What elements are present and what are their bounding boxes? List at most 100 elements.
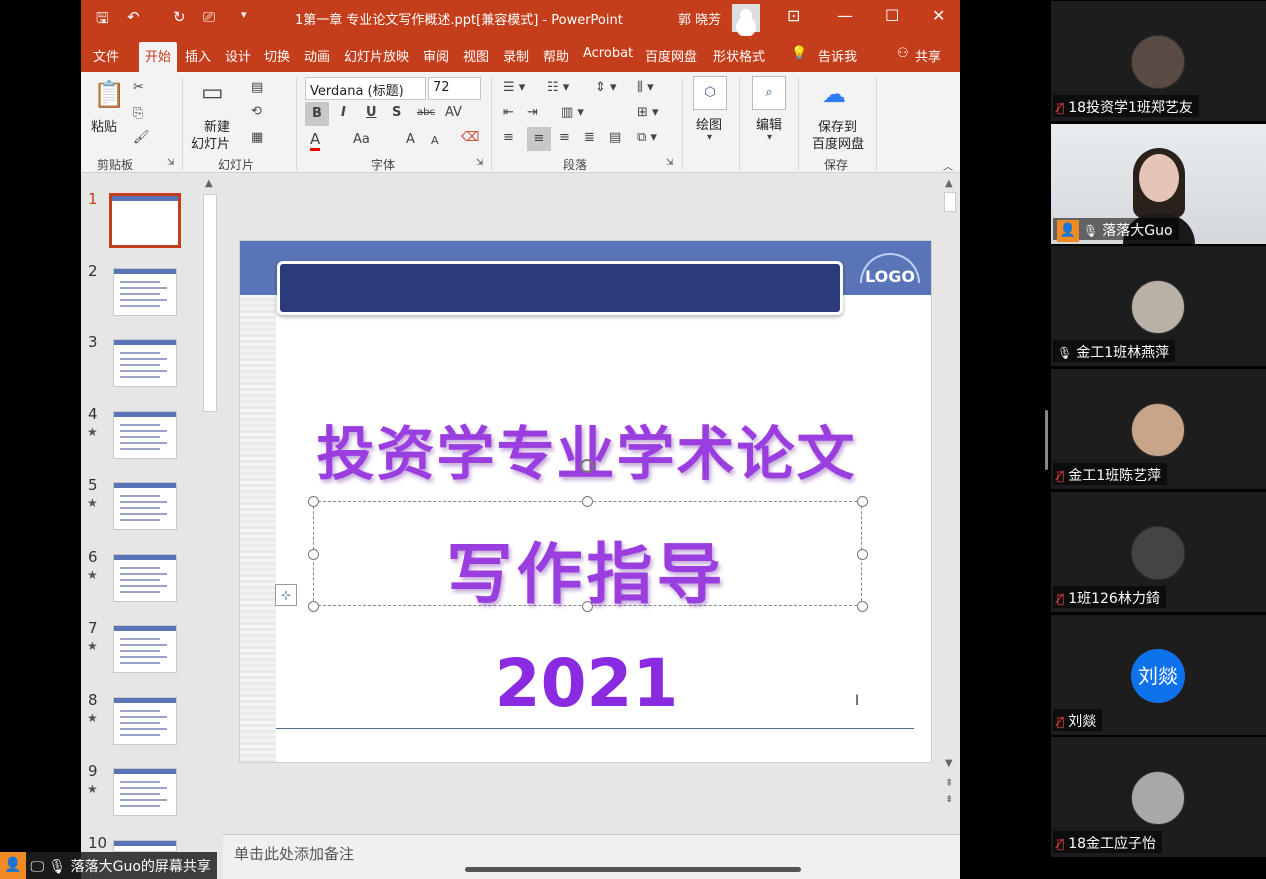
slide-thumbnail[interactable]: [113, 839, 177, 852]
slide-title[interactable]: 投资学专业学术论文: [240, 407, 931, 491]
participant-tile[interactable]: 刘燚 🎙̸ 刘燚: [1051, 614, 1266, 735]
save-icon[interactable]: 🖫: [96, 8, 109, 33]
current-slide[interactable]: LOGO 投资学专业学术论文 写作指导 2021 I: [239, 240, 932, 763]
drawing-dropdown-icon[interactable]: ▾: [707, 132, 712, 143]
tab-help[interactable]: 帮助: [543, 46, 569, 65]
undo-icon[interactable]: ↶: [127, 8, 140, 26]
tab-home[interactable]: 开始: [139, 42, 178, 73]
numbering-icon[interactable]: ☷ ▾: [547, 80, 569, 95]
strikethrough-button[interactable]: abc: [417, 107, 435, 118]
align-text-icon[interactable]: ⊞ ▾: [637, 105, 659, 120]
cut-icon[interactable]: ✂: [133, 80, 144, 95]
tab-design[interactable]: 设计: [225, 46, 251, 65]
tab-insert[interactable]: 插入: [185, 46, 211, 65]
font-size-select[interactable]: 72: [428, 77, 481, 100]
resize-handle-n[interactable]: [582, 496, 593, 507]
participant-tile[interactable]: 🎙̸ 1班126林力錡: [1051, 491, 1266, 612]
next-slide-icon[interactable]: ⇟: [945, 794, 953, 805]
tab-baidu[interactable]: 百度网盘: [645, 46, 697, 65]
save-to-baidu-line2[interactable]: 百度网盘: [812, 133, 864, 152]
reset-icon[interactable]: ⟲: [251, 104, 262, 119]
tab-acrobat[interactable]: Acrobat: [583, 46, 633, 61]
tab-file[interactable]: 文件: [93, 46, 119, 65]
italic-button[interactable]: I: [341, 105, 346, 120]
share-person-icon[interactable]: ⚇: [897, 46, 909, 61]
editing-dropdown-icon[interactable]: ▾: [767, 132, 772, 143]
smartart-icon[interactable]: ⧉ ▾: [637, 130, 657, 145]
collapse-ribbon-icon[interactable]: ︿: [943, 158, 953, 173]
find-icon[interactable]: ⌕: [752, 76, 786, 110]
distribute-icon[interactable]: ▤: [609, 130, 621, 145]
resize-handle-ne[interactable]: [857, 496, 868, 507]
slide-thumbnail[interactable]: [113, 768, 177, 816]
previous-slide-icon[interactable]: ⇞: [945, 778, 953, 789]
text-direction-icon[interactable]: ⫼ ▾: [637, 80, 654, 95]
participant-tile[interactable]: 🎙̸ 18投资学1班郑艺友: [1051, 1, 1266, 121]
copy-icon[interactable]: ⎘: [133, 106, 143, 121]
align-right-icon[interactable]: ≡: [559, 130, 570, 145]
maximize-icon[interactable]: ☐: [885, 6, 899, 25]
scroll-up-icon[interactable]: ▲: [205, 178, 213, 189]
screen-share-indicator[interactable]: 👤 🖵 🎙 落落大Guo的屏幕共享: [0, 852, 217, 879]
gallery-scrollbar[interactable]: [1045, 410, 1048, 470]
increase-indent-icon[interactable]: ⇥: [527, 105, 538, 120]
line-spacing-icon[interactable]: ⇕ ▾: [595, 80, 617, 95]
thumbnails-scrollbar[interactable]: ▲: [201, 176, 219, 416]
tell-me[interactable]: 告诉我: [818, 46, 857, 65]
tab-animations[interactable]: 动画: [304, 46, 330, 65]
tab-record[interactable]: 录制: [503, 46, 529, 65]
paste-button[interactable]: 粘贴: [91, 116, 117, 135]
paste-icon[interactable]: 📋: [93, 80, 125, 110]
close-icon[interactable]: ✕: [932, 6, 945, 25]
slide-thumbnail[interactable]: [113, 625, 177, 673]
tab-transitions[interactable]: 切换: [264, 46, 290, 65]
bold-button[interactable]: B: [305, 102, 329, 126]
baidu-cloud-icon[interactable]: ☁: [822, 80, 846, 108]
decrease-indent-icon[interactable]: ⇤: [503, 105, 514, 120]
slide-thumbnail[interactable]: [109, 193, 181, 248]
user-avatar[interactable]: [732, 4, 760, 32]
user-name[interactable]: 郭 晓芳: [678, 9, 721, 28]
underline-button[interactable]: U: [366, 105, 377, 120]
new-slide-icon[interactable]: ▭: [201, 78, 224, 106]
slide-title-placeholder[interactable]: [277, 261, 843, 315]
notes-pane[interactable]: 单击此处添加备注: [223, 834, 960, 879]
scroll-down-icon[interactable]: ▼: [945, 758, 953, 769]
participant-tile[interactable]: 👤 🎙 落落大Guo: [1051, 123, 1266, 244]
participant-tile[interactable]: 🎙 金工1班林燕萍: [1051, 246, 1266, 367]
tab-view[interactable]: 视图: [463, 46, 489, 65]
redo-icon[interactable]: ↻: [173, 8, 186, 26]
bullets-icon[interactable]: ☰ ▾: [503, 80, 525, 95]
align-left-icon[interactable]: ≡: [503, 130, 514, 145]
tab-review[interactable]: 审阅: [423, 46, 449, 65]
slide-vertical-scrollbar[interactable]: ▲ ▼ ⇞ ⇟: [942, 174, 958, 805]
rotate-handle[interactable]: [580, 459, 594, 473]
scroll-up-icon[interactable]: ▲: [945, 178, 953, 189]
scrollbar-thumb[interactable]: [944, 192, 956, 212]
present-icon[interactable]: ⎚: [203, 8, 215, 26]
justify-icon[interactable]: ≣: [584, 130, 595, 145]
slide-thumbnail[interactable]: [113, 696, 177, 745]
paragraph-launcher-icon[interactable]: ⇲: [666, 158, 674, 168]
slide-thumbnail[interactable]: [113, 267, 177, 316]
slide-thumbnail[interactable]: [113, 410, 177, 459]
tab-shape-format[interactable]: 形状格式: [713, 46, 765, 65]
slide-subtitle[interactable]: 写作指导: [240, 521, 931, 617]
participant-tile[interactable]: 🎙̸ 18金工应子怡: [1051, 737, 1266, 858]
section-icon[interactable]: ▦: [251, 130, 263, 145]
editing-button[interactable]: 编辑: [756, 114, 782, 133]
shrink-font-button[interactable]: A: [431, 134, 439, 147]
customize-qat-icon[interactable]: ▾: [241, 8, 247, 21]
share-button[interactable]: 共享: [915, 46, 941, 65]
slide-thumbnail[interactable]: [113, 482, 177, 530]
layout-options-icon[interactable]: ⊹: [275, 584, 297, 606]
shadow-button[interactable]: S: [392, 105, 401, 120]
change-case-button[interactable]: Aa: [353, 132, 370, 147]
new-slide-button-line2[interactable]: 幻灯片: [191, 133, 230, 152]
notes-placeholder[interactable]: 单击此处添加备注: [234, 843, 354, 864]
horizontal-scrollbar[interactable]: [465, 867, 801, 872]
resize-handle-nw[interactable]: [308, 496, 319, 507]
participant-tile[interactable]: 🎙̸ 金工1班陈艺萍: [1051, 369, 1266, 490]
align-center-icon[interactable]: ≡: [527, 127, 551, 151]
slide-year[interactable]: 2021: [240, 645, 931, 722]
